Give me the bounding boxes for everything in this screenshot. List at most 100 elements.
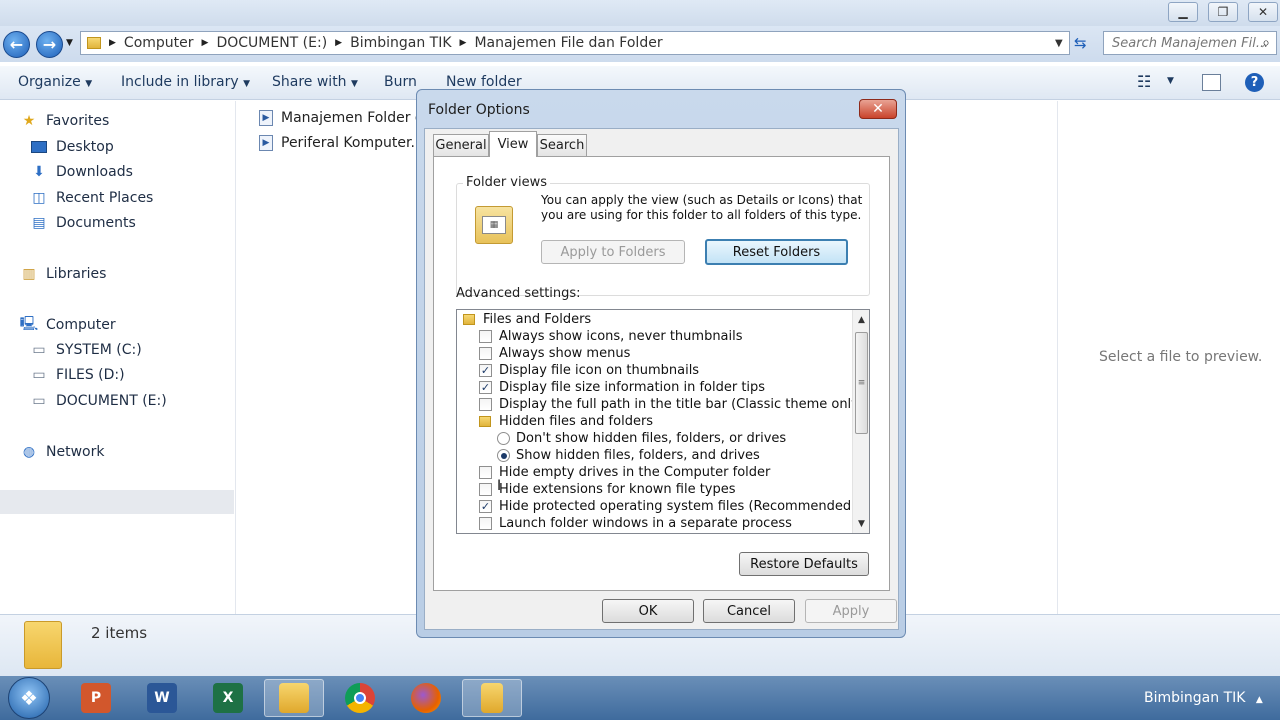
windows-logo-icon: ❖: [20, 686, 38, 710]
minimize-icon: ▁: [1178, 5, 1188, 19]
breadcrumb-bimbingan-tik[interactable]: Bimbingan TIK: [350, 35, 451, 51]
nav-files-d[interactable]: ▭ FILES (D:): [30, 364, 124, 386]
checkbox[interactable]: [479, 517, 492, 530]
tab-general[interactable]: General: [433, 134, 489, 156]
apply-button[interactable]: Apply: [805, 599, 897, 623]
nav-downloads[interactable]: ⬇ Downloads: [30, 161, 133, 183]
taskbar-app-firefox[interactable]: [396, 679, 456, 717]
checkbox[interactable]: [479, 398, 492, 411]
nav-recent-places[interactable]: ◫ Recent Places: [30, 187, 153, 209]
checkbox[interactable]: [479, 347, 492, 360]
start-button[interactable]: ❖: [8, 677, 50, 719]
list-item[interactable]: Display the full path in the title bar (…: [479, 396, 864, 413]
dialog-close-button[interactable]: ✕: [859, 99, 897, 119]
checkbox[interactable]: [479, 466, 492, 479]
tab-view[interactable]: View: [489, 131, 537, 157]
list-item[interactable]: ✓ Hide protected operating system files (…: [479, 498, 856, 515]
search-icon: ⌕: [1262, 35, 1270, 51]
tab-search[interactable]: Search: [537, 134, 587, 156]
star-icon: ★: [22, 113, 36, 129]
share-with-menu[interactable]: Share with ▼: [272, 74, 358, 90]
new-folder-button[interactable]: New folder: [446, 74, 522, 90]
organize-menu[interactable]: Organize ▼: [18, 74, 92, 90]
vertical-scrollbar[interactable]: ▲ ≡ ▼: [852, 310, 869, 533]
help-icon[interactable]: ?: [1245, 73, 1264, 92]
nav-network[interactable]: ◍ Network: [20, 441, 105, 463]
folder-views-description: You can apply the view (such as Details …: [541, 193, 863, 222]
list-item[interactable]: ▶ Manajemen Folder da: [259, 110, 432, 126]
taskbar-app-excel[interactable]: X: [198, 679, 258, 717]
recent-pages-dropdown-icon[interactable]: ▼: [66, 38, 73, 48]
network-icon: ◍: [22, 444, 36, 460]
taskbar-app-explorer[interactable]: [264, 679, 324, 717]
nav-favorites[interactable]: ★ Favorites: [20, 110, 110, 132]
list-item[interactable]: ▶ Periferal Komputer.mp: [259, 135, 437, 151]
checkbox[interactable]: [479, 330, 492, 343]
nav-computer[interactable]: 🖳 Computer: [20, 314, 116, 336]
ok-button[interactable]: OK: [602, 599, 694, 623]
list-item[interactable]: Don't show hidden files, folders, or dri…: [497, 430, 786, 447]
taskbar-app-word[interactable]: W: [132, 679, 192, 717]
taskbar-app-chrome[interactable]: [330, 679, 390, 717]
breadcrumb-document-e[interactable]: DOCUMENT (E:): [216, 35, 327, 51]
list-item[interactable]: Always show icons, never thumbnails: [479, 328, 743, 345]
breadcrumb-current-folder[interactable]: Manajemen File dan Folder: [474, 35, 662, 51]
scroll-up-arrow-icon[interactable]: ▲: [853, 311, 869, 328]
search-input[interactable]: Search Manajemen Fil... ⌕: [1103, 31, 1277, 55]
search-placeholder: Search Manajemen Fil...: [1112, 35, 1269, 51]
nav-libraries[interactable]: ▥ Libraries: [20, 263, 106, 285]
checkbox[interactable]: ✓: [479, 381, 492, 394]
advanced-settings-label: Advanced settings:: [456, 286, 581, 301]
drive-icon: ▭: [32, 367, 46, 383]
minimize-button[interactable]: ▁: [1168, 2, 1198, 22]
apply-to-folders-button[interactable]: Apply to Folders: [541, 240, 685, 264]
tray-expand-icon: ▲: [1255, 695, 1263, 705]
back-button[interactable]: ←: [3, 31, 30, 58]
list-item[interactable]: Launch folder windows in a separate proc…: [479, 515, 792, 532]
maximize-button[interactable]: ❐: [1208, 2, 1238, 22]
checkbox[interactable]: ✓: [479, 364, 492, 377]
scrollbar-thumb[interactable]: ≡: [855, 332, 868, 434]
list-item[interactable]: Show hidden files, folders, and drives: [497, 447, 760, 464]
nav-document-e[interactable]: ▭ DOCUMENT (E:): [30, 390, 166, 412]
taskbar-app-powerpoint[interactable]: P: [66, 679, 126, 717]
list-item[interactable]: Hide extensions for known file types: [479, 481, 736, 498]
list-item[interactable]: Always show menus: [479, 345, 630, 362]
restore-defaults-button[interactable]: Restore Defaults: [739, 552, 869, 576]
reset-folders-button[interactable]: Reset Folders: [705, 239, 848, 265]
view-options-icon[interactable]: ☷: [1137, 72, 1151, 91]
restore-icon: ❐: [1217, 5, 1229, 19]
radio-button[interactable]: [497, 449, 510, 462]
list-item[interactable]: ✓ Display file icon on thumbnails: [479, 362, 699, 379]
tray-toolbar-label[interactable]: Bimbingan TIK ▲: [1144, 690, 1263, 706]
chrome-icon: [345, 683, 375, 713]
system-drive-icon: ▭: [32, 342, 46, 358]
list-item[interactable]: ✓ Display file size information in folder…: [479, 379, 765, 396]
chevron-right-icon: ▶: [335, 38, 343, 48]
radio-button[interactable]: [497, 432, 510, 445]
folder-icon: [479, 416, 491, 427]
preview-pane-icon[interactable]: [1202, 74, 1221, 91]
nav-documents[interactable]: ▤ Documents: [30, 212, 135, 234]
address-dropdown-icon[interactable]: ▼: [1055, 38, 1063, 49]
checkbox[interactable]: ✓: [479, 500, 492, 513]
preview-message: Select a file to preview.: [1099, 349, 1263, 365]
address-bar[interactable]: ▶ Computer ▶ DOCUMENT (E:) ▶ Bimbingan T…: [80, 31, 1070, 55]
forward-button[interactable]: →: [36, 31, 63, 58]
dropdown-arrow-icon: ▼: [351, 79, 358, 89]
include-in-library-menu[interactable]: Include in library ▼: [121, 74, 250, 90]
list-item[interactable]: Hide empty drives in the Computer folder: [479, 464, 770, 481]
nav-desktop[interactable]: Desktop: [30, 136, 114, 158]
cancel-button[interactable]: Cancel: [703, 599, 795, 623]
scroll-down-arrow-icon[interactable]: ▼: [853, 515, 869, 532]
close-window-button[interactable]: ✕: [1248, 2, 1278, 22]
dropdown-arrow-icon: ▼: [85, 79, 93, 89]
view-dropdown-icon[interactable]: ▼: [1167, 76, 1174, 86]
burn-button[interactable]: Burn: [384, 74, 417, 90]
nav-system-c[interactable]: ▭ SYSTEM (C:): [30, 339, 141, 361]
breadcrumb-computer[interactable]: Computer: [124, 35, 194, 51]
checkbox[interactable]: [479, 483, 492, 496]
chevron-right-icon: ▶: [201, 38, 209, 48]
taskbar-app-folder-options[interactable]: [462, 679, 522, 717]
refresh-icon[interactable]: ⇆: [1074, 34, 1087, 52]
